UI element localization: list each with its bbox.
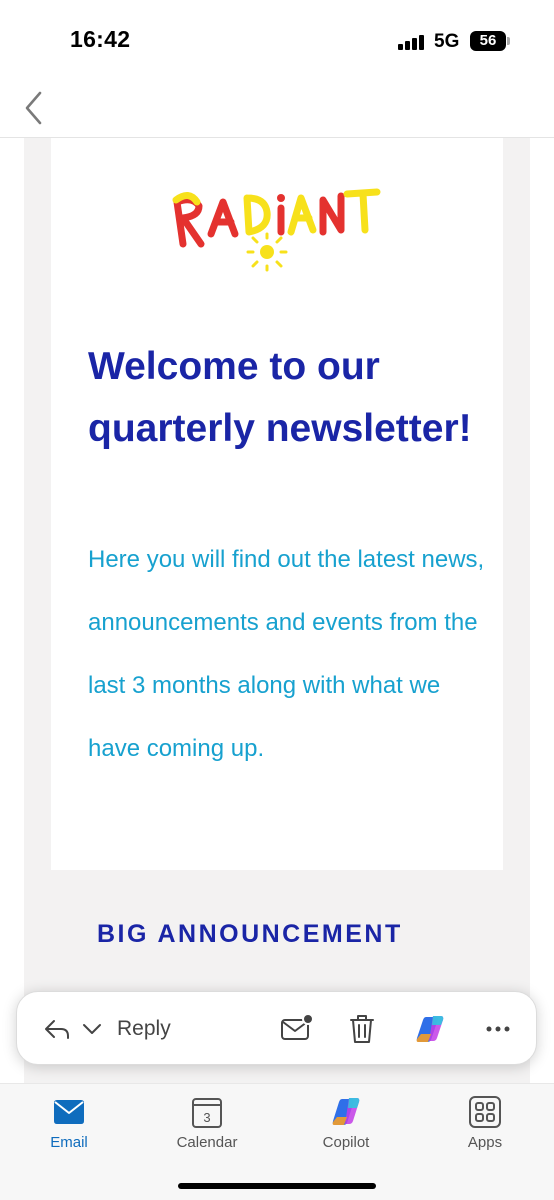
delete-button[interactable] [345, 1012, 379, 1046]
signal-strength-icon [398, 34, 426, 50]
back-button[interactable] [20, 88, 54, 128]
tab-apps[interactable]: Apps [430, 1084, 540, 1164]
tab-email-label: Email [50, 1134, 88, 1151]
radiant-logo [171, 184, 385, 272]
mark-unread-button[interactable] [279, 1012, 314, 1046]
email-body[interactable]: Welcome to our quarterly newsletter! Her… [0, 138, 554, 1083]
nav-bar [0, 80, 554, 138]
status-bar: 16:42 5G 56 [0, 0, 554, 80]
tab-calendar-label: Calendar [176, 1134, 238, 1151]
mark-unread-icon [281, 1013, 314, 1040]
reply-label: Reply [117, 1017, 171, 1040]
copilot-button[interactable] [413, 1012, 447, 1046]
calendar-day: 3 [203, 1110, 210, 1125]
tab-copilot-label: Copilot [322, 1134, 370, 1151]
tab-apps-label: Apps [467, 1134, 503, 1151]
battery-icon: 56 [470, 31, 506, 51]
tab-email[interactable]: Email [14, 1084, 124, 1164]
chevron-down-icon[interactable] [81, 1021, 103, 1037]
copilot-icon [416, 1016, 444, 1042]
more-options-button[interactable] [481, 1012, 515, 1046]
apps-grid-icon [469, 1096, 501, 1128]
section-heading: BIG ANNOUNCEMENT [97, 920, 403, 948]
copilot-icon [332, 1098, 360, 1125]
message-action-bar: Reply [16, 991, 537, 1065]
partial-heading: now o [96, 1072, 234, 1083]
battery-tip [507, 37, 510, 45]
reply-button[interactable]: Reply [43, 1012, 171, 1046]
bottom-tab-bar: Email 3 Calendar Copilot Apps [0, 1083, 554, 1200]
tab-calendar[interactable]: 3 Calendar [152, 1084, 262, 1164]
status-time: 16:42 [70, 26, 131, 52]
chevron-left-icon [25, 91, 42, 125]
reply-icon [45, 1020, 69, 1039]
home-indicator[interactable] [178, 1183, 376, 1189]
newsletter-headline: Welcome to our quarterly newsletter! [88, 345, 472, 450]
trash-icon [350, 1015, 374, 1043]
network-type: 5G [434, 31, 460, 52]
more-icon [486, 1026, 510, 1032]
radiant-logo-image [172, 188, 381, 272]
tab-copilot[interactable]: Copilot [291, 1084, 401, 1164]
mail-icon [54, 1100, 84, 1124]
newsletter-card: Welcome to our quarterly newsletter! Her… [51, 138, 503, 870]
newsletter-intro: Here you will find out the latest news, … [88, 546, 485, 762]
calendar-icon: 3 [192, 1098, 222, 1128]
